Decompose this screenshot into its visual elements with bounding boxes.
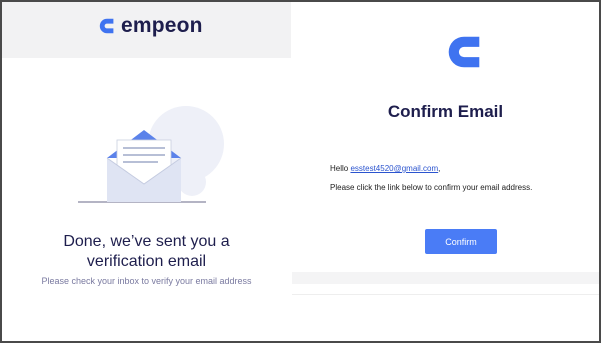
confirm-email-panel: Confirm Email Hello esstest4520@gmail.co… <box>292 2 599 341</box>
sent-title: Done, we’ve sent you a verification emai… <box>2 232 291 272</box>
envelope-illustration-icon <box>78 106 224 203</box>
greeting: Hello esstest4520@gmail.com, <box>330 164 440 173</box>
verification-sent-panel: empeon Done, we’ve sent you a verificati… <box>2 2 291 341</box>
sent-subtitle: Please check your inbox to verify your e… <box>41 276 252 286</box>
greeting-prefix: Hello <box>330 164 351 173</box>
sent-title-line-1: Done, we’ve sent you a <box>63 233 230 250</box>
brand-header: empeon <box>2 2 291 58</box>
footer-divider <box>292 294 599 295</box>
footer-band <box>292 272 599 284</box>
brand-name: empeon <box>121 14 203 37</box>
confirm-instruction: Please click the link below to confirm y… <box>330 183 533 192</box>
email-link[interactable]: esstest4520@gmail.com <box>350 164 438 173</box>
sent-title-line-2: verification email <box>86 253 207 270</box>
greeting-suffix: , <box>438 164 441 173</box>
confirm-email-title: Confirm Email <box>387 102 504 121</box>
confirm-button[interactable]: Confirm <box>425 229 497 254</box>
brand: empeon <box>99 14 203 38</box>
empeon-logo-icon <box>448 36 480 68</box>
empeon-logo-icon <box>99 18 114 34</box>
